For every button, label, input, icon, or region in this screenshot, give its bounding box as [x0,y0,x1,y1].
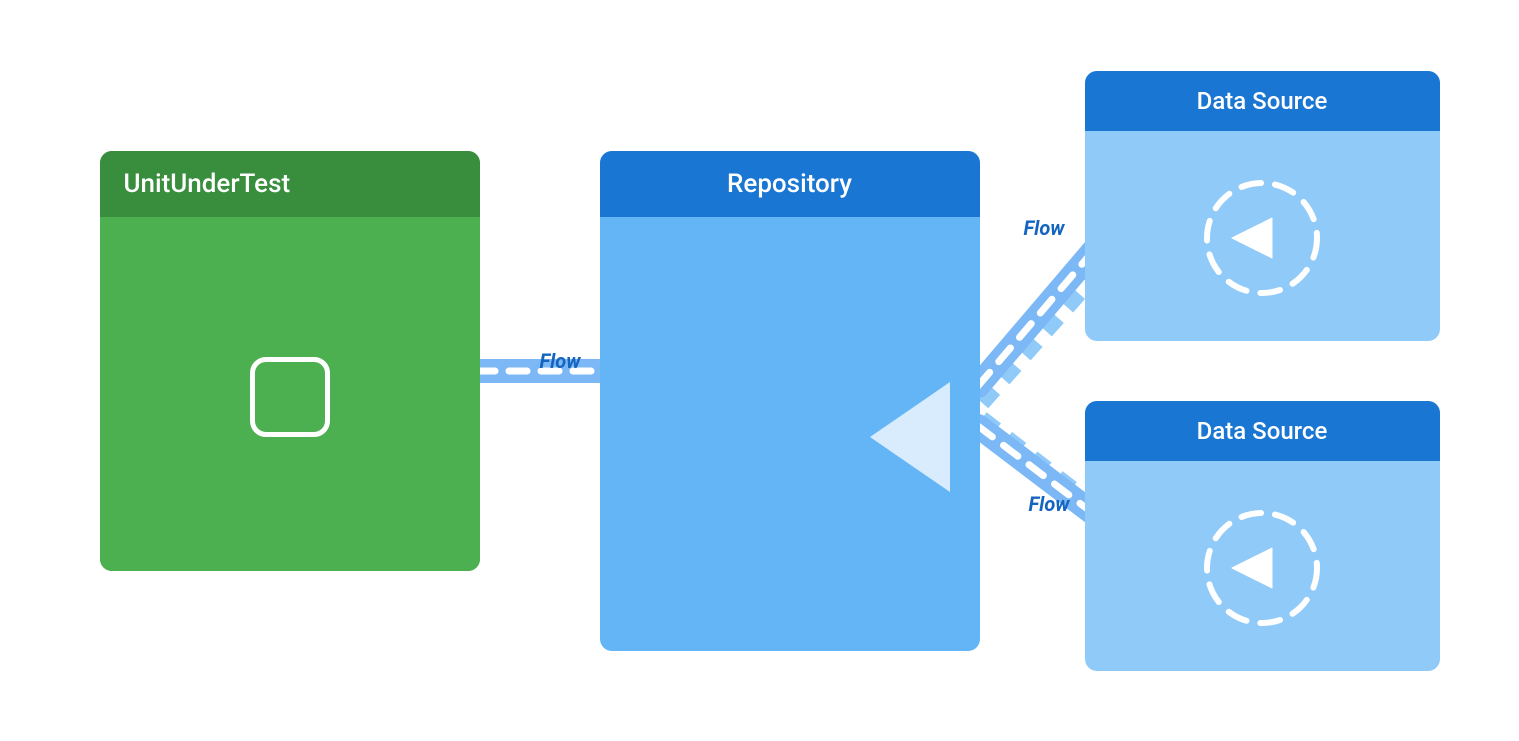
data-source-top-circle-icon [1187,163,1337,313]
data-source-top-label: Data Source [1197,87,1328,115]
data-source-bottom-block: Data Source [1085,401,1440,671]
unit-under-test-body [100,217,480,571]
unit-under-test-label: UnitUnderTest [124,169,291,199]
unit-under-test-header: UnitUnderTest [100,151,480,217]
repository-body [600,217,980,651]
repository-triangle-icon [870,382,950,492]
repository-label: Repository [727,169,852,199]
repository-block: Repository [600,151,980,651]
flow-label-bottom-right: Flow [1029,492,1070,516]
data-source-bottom-body [1085,461,1440,671]
repository-header: Repository [600,151,980,217]
data-source-bottom-label: Data Source [1197,417,1328,445]
data-source-bottom-circle-icon [1187,493,1337,643]
flow-label-center: Flow [540,349,581,373]
flow-label-top-right: Flow [1024,216,1065,240]
data-source-top-body [1085,131,1440,341]
data-source-bottom-header: Data Source [1085,401,1440,461]
data-source-top-block: Data Source [1085,71,1440,341]
diagram-container: UnitUnderTest Repository Data Source [60,31,1460,711]
unit-square-icon [250,357,330,437]
data-source-top-header: Data Source [1085,71,1440,131]
unit-under-test-block: UnitUnderTest [100,151,480,571]
